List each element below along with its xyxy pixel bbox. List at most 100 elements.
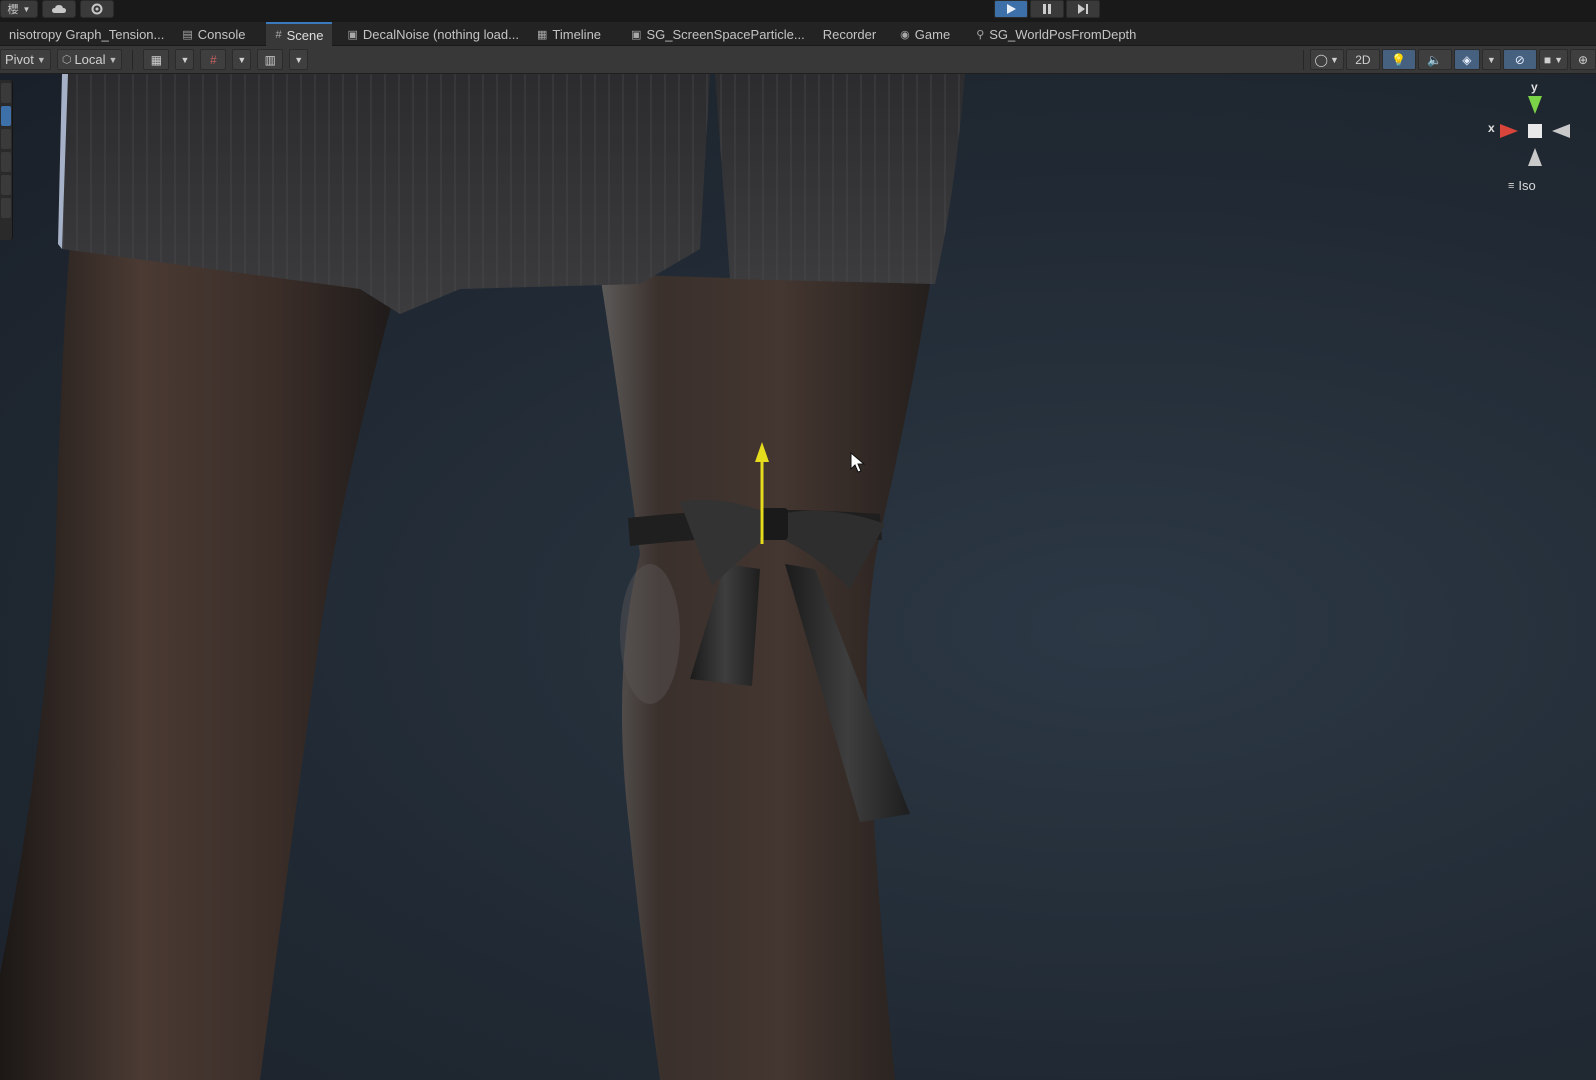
tab-sg-screen-space-particle[interactable]: ▣ SG_ScreenSpaceParticle... (622, 22, 814, 46)
pause-icon (1043, 4, 1051, 14)
tab-label: Scene (286, 27, 324, 43)
transform-tools-overlay (0, 80, 13, 240)
chevron-down-icon: ▼ (294, 54, 304, 65)
grid-snapping-dropdown[interactable]: ▼ (175, 49, 195, 70)
toolbar-divider (1302, 49, 1304, 70)
chevron-down-icon: ▼ (108, 54, 118, 65)
chevron-down-icon: ▼ (22, 4, 31, 14)
pivot-label: Pivot (5, 52, 34, 67)
tab-label: Console (197, 26, 246, 42)
gizmo-x-label: x (1488, 121, 1495, 135)
tab-recorder[interactable]: Recorder (814, 22, 885, 46)
scene-toolbar-right: ◯ ▼ 2D 💡 🔈 ◈ ▼ ⊘ ■ ▼ ⊕ (1299, 49, 1596, 70)
cloud-button[interactable] (42, 0, 76, 18)
scene-visibility-toggle[interactable]: ⊘ (1502, 49, 1537, 70)
layers-icon: ◈ (1462, 52, 1472, 67)
snap-grid-icon: # (210, 52, 217, 67)
mouse-cursor-icon (850, 452, 866, 473)
grid-icon: ▦ (150, 52, 163, 67)
projection-toggle[interactable]: ≡ Iso (1508, 178, 1536, 193)
unity-editor: 櫻 ▼ nisotropy Graph_Tension... ▤ Console… (0, 0, 1596, 1080)
bow-knot (760, 508, 788, 540)
lighting-toggle[interactable]: 💡 (1381, 49, 1416, 70)
space-dropdown[interactable]: ⬡ Local ▼ (56, 49, 123, 70)
pivot-dropdown[interactable]: Pivot ▼ (0, 49, 51, 70)
tab-label: nisotropy Graph_Tension... (9, 26, 165, 42)
tab-label: SG_ScreenSpaceParticle... (646, 26, 805, 42)
chevron-down-icon: ▼ (180, 54, 190, 65)
timeline-icon: ▦ (536, 28, 548, 41)
knee-shadow (620, 564, 680, 704)
scene-toolbar: Pivot ▼ ⬡ Local ▼ ▦ ▼ # ▼ ▥ ▼ ◯ ▼ 2D 💡 🔈… (0, 46, 1596, 74)
mode-2d-label: 2D (1355, 52, 1371, 67)
console-icon: ▤ (182, 28, 193, 41)
step-button[interactable] (1066, 0, 1100, 18)
eye-slash-icon: ⊘ (1514, 52, 1525, 67)
chevron-down-icon: ▼ (1486, 54, 1496, 65)
globe-icon: ⊕ (1577, 52, 1589, 67)
tab-label: DecalNoise (nothing load... (362, 26, 519, 42)
ruler-dropdown[interactable]: ▼ (289, 49, 309, 70)
graph-icon: ▣ (631, 28, 642, 41)
settings-button[interactable] (80, 0, 114, 18)
gizmos-button[interactable]: ⊕ (1570, 49, 1596, 70)
effects-toggle[interactable]: ◈ (1453, 49, 1480, 70)
tab-decal-noise[interactable]: ▣ DecalNoise (nothing load... (338, 22, 528, 46)
tab-game[interactable]: ◉ Game (891, 22, 959, 46)
tab-label: Game (914, 26, 951, 42)
space-label: Local (74, 52, 106, 67)
tab-label: SG_WorldPosFromDepth (989, 26, 1137, 42)
orientation-gizmo[interactable]: y x (1488, 80, 1580, 176)
shading-sphere-icon: ◯ (1314, 52, 1328, 67)
scene-toolbar-left: Pivot ▼ ⬡ Local ▼ ▦ ▼ # ▼ ▥ ▼ (0, 49, 309, 70)
chevron-down-icon: ▼ (1554, 54, 1563, 65)
graph-icon: ▣ (347, 28, 358, 41)
tab-label: Timeline (552, 26, 602, 42)
mute-icon: 🔈 (1427, 52, 1443, 67)
rotate-tool-button[interactable] (1, 129, 11, 149)
tab-sg-world-pos-from-depth[interactable]: ⚲ SG_WorldPosFromDepth (967, 22, 1145, 46)
menu-icon: ≡ (1508, 179, 1515, 192)
editor-tab-bar: nisotropy Graph_Tension... ▤ Console # S… (0, 22, 1596, 46)
tab-anisotropy-graph[interactable]: nisotropy Graph_Tension... (0, 22, 173, 46)
ruler-button[interactable]: ▥ (257, 49, 284, 70)
cube-icon: ⬡ (61, 54, 72, 66)
tab-label: Recorder (822, 26, 877, 42)
audio-toggle[interactable]: 🔈 (1417, 49, 1452, 70)
transform-tool-button[interactable] (1, 198, 11, 218)
toolbar-divider (132, 49, 134, 70)
gear-icon (91, 3, 103, 15)
scene-viewport[interactable]: y x ≡ Iso (0, 74, 1596, 1080)
camera-settings-button[interactable]: ■ ▼ (1538, 49, 1568, 70)
play-button[interactable] (994, 0, 1028, 18)
scale-tool-button[interactable] (1, 152, 11, 172)
camera-icon: ■ (1543, 52, 1552, 67)
shading-mode-button[interactable]: ◯ ▼ (1309, 49, 1344, 70)
gamepad-icon: ◉ (900, 28, 910, 41)
effects-dropdown[interactable]: ▼ (1481, 49, 1501, 70)
play-icon (1007, 4, 1016, 14)
chevron-down-icon: ▼ (36, 54, 46, 65)
rect-tool-button[interactable] (1, 175, 11, 195)
view-tool-button[interactable] (1, 83, 11, 103)
tab-console[interactable]: ▤ Console (173, 22, 254, 46)
chevron-down-icon: ▼ (1329, 54, 1339, 65)
increment-snap-dropdown[interactable]: ▼ (232, 49, 252, 70)
left-leg (0, 244, 400, 1080)
mode-2d-button[interactable]: 2D (1345, 49, 1380, 70)
axis-gizmo-icon (1500, 96, 1570, 166)
gizmo-y-label: y (1531, 80, 1538, 94)
account-dropdown[interactable]: 櫻 ▼ (0, 0, 38, 18)
play-toolbar: 櫻 ▼ (0, 0, 1596, 22)
move-tool-button[interactable] (1, 106, 11, 126)
tab-timeline[interactable]: ▦ Timeline (528, 22, 610, 46)
grid-snapping-button[interactable]: ▦ (143, 49, 170, 70)
cloud-icon (52, 5, 66, 13)
tab-scene[interactable]: # Scene (266, 22, 333, 46)
increment-snap-button[interactable]: # (200, 49, 227, 70)
scene-render (0, 74, 965, 1080)
step-icon (1078, 4, 1088, 14)
projection-label: Iso (1518, 178, 1536, 193)
pause-button[interactable] (1030, 0, 1064, 18)
chevron-down-icon: ▼ (237, 54, 247, 65)
